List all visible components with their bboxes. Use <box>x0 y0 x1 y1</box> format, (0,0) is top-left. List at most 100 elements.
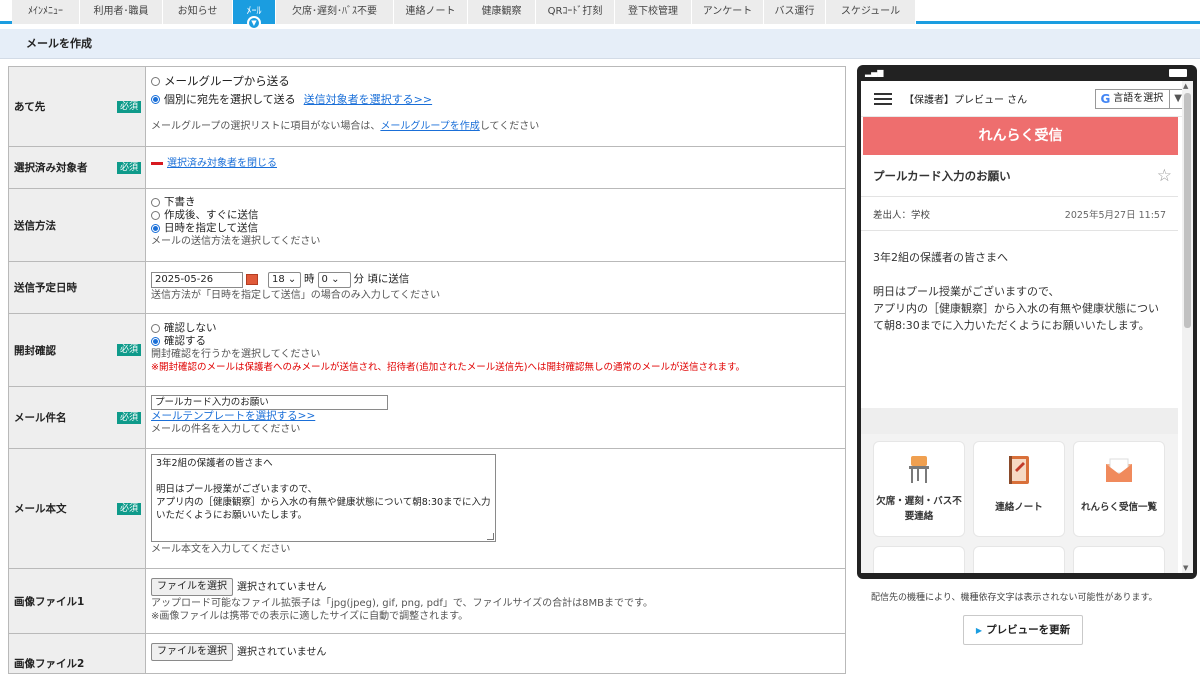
radio-button[interactable] <box>151 77 160 86</box>
preview-sender: 差出人：学校 <box>873 209 931 221</box>
body-textarea[interactable]: 3年2組の保護者の皆さまへ 明日はプール授業がございますので、 アプリ内の［健康… <box>151 454 496 542</box>
minute-select[interactable]: 0 ⌄ <box>317 271 351 288</box>
battery-icon <box>1169 69 1187 77</box>
minute-suffix: 分 頃に送信 <box>353 273 410 285</box>
star-icon[interactable]: ☆ <box>1157 166 1172 186</box>
tab-mail[interactable]: ﾒｰﾙ ▼ <box>233 0 276 30</box>
hamburger-menu-icon[interactable] <box>874 90 892 108</box>
required-badge: 必須 <box>116 502 141 515</box>
send-method-label: 送信方法 <box>14 219 56 232</box>
read-confirm-label: 開封確認 <box>14 344 56 357</box>
preview-app-bar: 【保護者】プレビュー さん G 言語を選択 ▼ <box>861 81 1193 117</box>
radio-button[interactable] <box>151 198 160 207</box>
select-template-link[interactable]: メールテンプレートを選択する>> <box>151 410 315 422</box>
phone-screen: 【保護者】プレビュー さん G 言語を選択 ▼ れんらく受信 プールカード入力の… <box>861 81 1193 573</box>
selected-recipients-label: 選択済み対象者 <box>14 162 88 174</box>
preview-mail-title: プールカード入力のお願い <box>873 168 1011 183</box>
calendar-icon[interactable] <box>246 274 258 285</box>
tab-health-check[interactable]: 健康観察 <box>468 0 536 24</box>
recipient-label: あて先 <box>14 101 46 113</box>
create-mail-group-link[interactable]: メールグループを作成 <box>380 121 479 132</box>
choose-file-button-2[interactable]: ファイルを選択 <box>151 643 233 661</box>
radio-send-now[interactable]: 作成後、すぐに送信 <box>151 209 841 222</box>
scroll-down-icon[interactable]: ▼ <box>1183 564 1188 572</box>
date-input[interactable]: 2025-05-26 <box>151 271 243 288</box>
subject-input[interactable]: プールカード入力のお願い <box>151 395 388 410</box>
body-text: 3年2組の保護者の皆さまへ 明日はプール授業がございますので、 アプリ内の［健康… <box>156 458 491 521</box>
resize-handle-icon[interactable] <box>487 533 494 540</box>
required-badge: 必須 <box>116 161 141 174</box>
select-recipients-link[interactable]: 送信対象者を選択する>> <box>304 93 432 106</box>
radio-button-selected[interactable] <box>151 224 160 233</box>
radio-group-send-label: メールグループから送る <box>164 74 290 88</box>
radio-confirm[interactable]: 確認する <box>151 335 841 348</box>
selected-recipients-row: 選択済み対象者 必須 選択済み対象者を閉じる <box>8 147 846 189</box>
tile-partial <box>873 546 965 573</box>
chevron-down-icon: ⌄ <box>331 273 340 285</box>
tile-contact-note[interactable]: 連絡ノート <box>973 441 1065 537</box>
tab-survey[interactable]: アンケート <box>692 0 764 24</box>
radio-scheduled-label: 日時を指定して送信 <box>164 222 259 234</box>
tab-notices[interactable]: お知らせ <box>163 0 233 24</box>
scrollbar-thumb[interactable] <box>1184 93 1191 328</box>
play-icon: ▶ <box>975 626 983 635</box>
image-file-1-row: 画像ファイル1 ファイルを選択 選択されていません アップロード可能なファイル拡… <box>8 569 846 634</box>
radio-group-send[interactable]: メールグループから送る <box>151 74 841 89</box>
tile-partial <box>973 546 1065 573</box>
preview-viewer-name: 【保護者】プレビュー さん <box>904 95 1028 106</box>
preview-scrollbar[interactable]: ▲ ▼ <box>1182 81 1193 573</box>
recipient-hint-suffix: してください <box>479 121 540 132</box>
image-file-2-row: 画像ファイル2 ファイルを選択 選択されていません <box>8 634 846 674</box>
radio-draft[interactable]: 下書き <box>151 196 841 209</box>
hour-unit: 時 <box>304 273 315 285</box>
image-file-1-label: 画像ファイル1 <box>14 595 85 608</box>
preview-header: れんらく受信 <box>863 117 1178 155</box>
language-select-button[interactable]: G 言語を選択 ▼ <box>1095 88 1187 109</box>
radio-no-confirm-label: 確認しない <box>164 322 217 334</box>
tab-users-staff[interactable]: 利用者･職員 <box>80 0 163 24</box>
image-file-2-label: 画像ファイル2 <box>14 658 85 670</box>
tile-received-list-label: れんらく受信一覧 <box>1080 502 1157 513</box>
radio-confirm-label: 確認する <box>164 335 206 347</box>
preview-date: 2025年5月27日 11:57 <box>1064 209 1166 221</box>
send-method-row: 送信方法 下書き 作成後、すぐに送信 日時を指定して送信 メールの送信方法を選択… <box>8 189 846 262</box>
radio-scheduled[interactable]: 日時を指定して送信 <box>151 222 841 235</box>
tab-attendance[interactable]: 登下校管理 <box>615 0 692 24</box>
language-select-label: 言語を選択 <box>1113 92 1164 104</box>
close-selected-recipients-link[interactable]: 選択済み対象者を閉じる <box>167 158 277 169</box>
preview-note: 配信先の機種により、機種依存文字は表示されない可能性があります。 <box>871 593 1158 603</box>
scroll-up-icon[interactable]: ▲ <box>1183 82 1188 90</box>
radio-button-selected[interactable] <box>151 337 160 346</box>
read-confirm-hint: 開封確認を行うかを選択してください <box>151 349 321 360</box>
tile-contact-note-label: 連絡ノート <box>995 502 1043 513</box>
tile-absence-label: 欠席・遅刻・バス不要連絡 <box>876 496 962 522</box>
body-label: メール本文 <box>14 503 67 515</box>
radio-button[interactable] <box>151 324 160 333</box>
tab-bus[interactable]: バス運行 <box>764 0 826 24</box>
page-title: メールを作成 <box>0 29 1200 59</box>
radio-button-selected[interactable] <box>151 95 160 104</box>
signal-icon: ▂▄▆ <box>865 68 884 77</box>
radio-draft-label: 下書き <box>164 196 196 208</box>
image-hint-resize: ※画像ファイルは携帯での表示に適したサイズに自動で調整されます。 <box>151 611 469 622</box>
required-badge: 必須 <box>116 344 141 356</box>
collapse-icon[interactable] <box>151 161 163 165</box>
schedule-label: 送信予定日時 <box>14 282 77 294</box>
radio-no-confirm[interactable]: 確認しない <box>151 322 841 335</box>
desk-chair-icon <box>909 456 929 483</box>
refresh-preview-button[interactable]: ▶ プレビューを更新 <box>963 615 1083 645</box>
tab-absence[interactable]: 欠席･遅刻･ﾊﾞｽ不要 <box>276 0 394 24</box>
body-hint: メール本文を入力してください <box>151 544 291 555</box>
tile-received-list[interactable]: れんらく受信一覧 <box>1073 441 1165 537</box>
tab-contact-note[interactable]: 連絡ノート <box>394 0 468 24</box>
required-badge: 必須 <box>116 100 141 113</box>
choose-file-button-1[interactable]: ファイルを選択 <box>151 578 233 596</box>
tile-absence[interactable]: 欠席・遅刻・バス不要連絡 <box>873 441 965 537</box>
radio-button[interactable] <box>151 211 160 220</box>
file-status-2: 選択されていません <box>237 646 327 658</box>
radio-individual-send[interactable]: 個別に宛先を選択して送る 送信対象者を選択する>> <box>151 92 841 107</box>
tab-schedule[interactable]: スケジュール <box>826 0 916 24</box>
tab-qr-stamp[interactable]: QRｺｰﾄﾞ打刻 <box>536 0 615 24</box>
tab-main-menu[interactable]: ﾒｲﾝﾒﾆｭｰ <box>12 0 80 24</box>
hour-select[interactable]: 18 ⌄ <box>268 271 301 288</box>
